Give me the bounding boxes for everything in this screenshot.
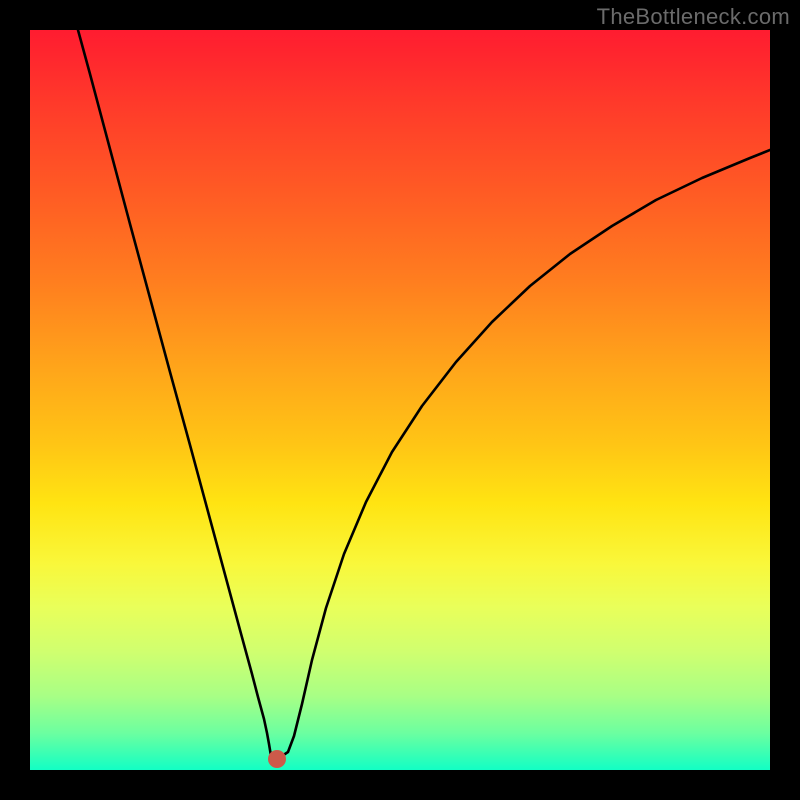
chart-frame: TheBottleneck.com [0,0,800,800]
bottleneck-curve [78,30,770,756]
chart-svg [30,30,770,770]
watermark-text: TheBottleneck.com [597,4,790,30]
plot-area [30,30,770,770]
optimum-marker [268,750,286,768]
